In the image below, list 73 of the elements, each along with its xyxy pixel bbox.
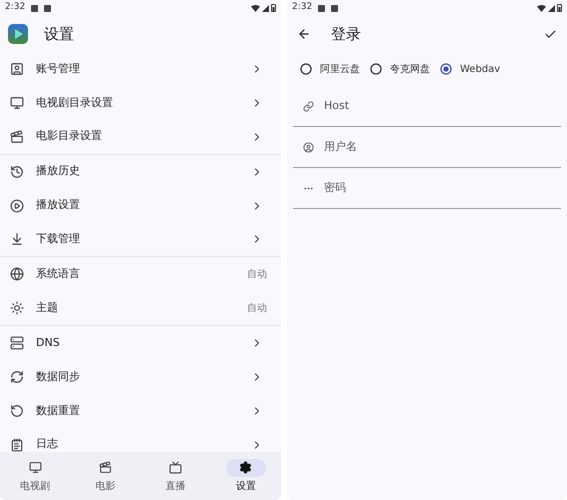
nav-label: 直播 [166,480,186,494]
nav-tab[interactable]: 设置 [210,458,281,494]
screen-title: 设置 [44,24,74,45]
item-label: 播放设置 [36,197,81,214]
input-field[interactable]: Host [324,98,551,115]
nav-tab[interactable]: 电视剧 [0,458,70,494]
check-icon [544,28,556,40]
signal-icon [262,4,269,12]
settings-item[interactable]: DNS [0,326,281,360]
item-label: 数据重置 [36,402,81,419]
notification-icon [44,4,52,12]
tv-icon [169,461,182,474]
settings-item[interactable]: 播放设置 [0,188,281,222]
input-field[interactable]: 用户名 [324,139,551,156]
sun-icon [10,301,24,316]
item-label: 下载管理 [36,231,81,248]
nav-label: 设置 [236,480,256,494]
item-label: 账号管理 [36,60,81,77]
item-label: 播放历史 [36,163,81,180]
monitor-icon [28,461,42,474]
settings-item[interactable]: 电影目录设置 [0,120,281,154]
item-label: 电影目录设置 [36,128,103,144]
settings-item[interactable]: 数据同步 [0,360,281,394]
settings-item[interactable]: 系统语言 自动 [0,257,281,292]
image-icon [31,4,38,12]
settings-item[interactable]: 播放历史 [0,154,281,189]
input-field[interactable]: 密码 [324,180,551,197]
server-icon [10,336,24,350]
item-value: 自动 [247,302,267,316]
nav-tab[interactable]: 直播 [140,458,211,494]
app-logo [8,24,28,44]
clapperboard-icon [10,130,24,144]
nav-tab[interactable]: 电影 [70,458,140,494]
settings-item[interactable]: 主题 自动 [0,291,281,326]
history-icon [10,164,24,179]
signal-icon [548,4,555,12]
notes-icon [10,438,24,452]
settings-item[interactable]: 日志 [0,428,281,452]
notification-icon [331,4,338,12]
monitor-icon [10,96,24,110]
link-icon [303,101,314,112]
wifi-icon [537,4,546,12]
nav-label: 电视剧 [20,480,50,494]
image-icon [318,4,326,12]
provider-radio[interactable]: 夸克网盘 [370,62,430,76]
item-label: 数据同步 [36,368,81,385]
settings-item[interactable]: 电视剧目录设置 [0,86,281,120]
clapperboard-icon [98,461,112,474]
sync-icon [10,370,24,384]
battery-icon [271,4,276,12]
download-icon [10,232,24,246]
item-value: 自动 [247,268,267,282]
wifi-icon [251,4,260,12]
provider-radio[interactable]: Webdav [440,62,500,76]
status-time: 2:32 [292,1,312,14]
item-label: 日志 [36,436,59,452]
user-icon [303,142,314,153]
settings-item[interactable]: 数据重置 [0,394,281,428]
item-label: DNS [36,334,61,351]
provider-radio[interactable]: 阿里云盘 [300,62,360,76]
play-icon [10,198,24,212]
portrait-icon [10,62,24,76]
item-label: 电视剧目录设置 [36,94,114,111]
globe-icon [10,267,24,282]
settings-item[interactable]: 下载管理 [0,222,281,256]
settings-item[interactable]: 账号管理 [0,52,281,86]
nav-label: 电影 [95,480,116,494]
item-label: 主题 [36,300,59,316]
screen-title: 登录 [331,24,362,45]
reset-icon [10,404,24,418]
battery-icon [557,4,562,12]
item-label: 系统语言 [36,266,81,282]
status-time: 2:32 [5,1,26,14]
